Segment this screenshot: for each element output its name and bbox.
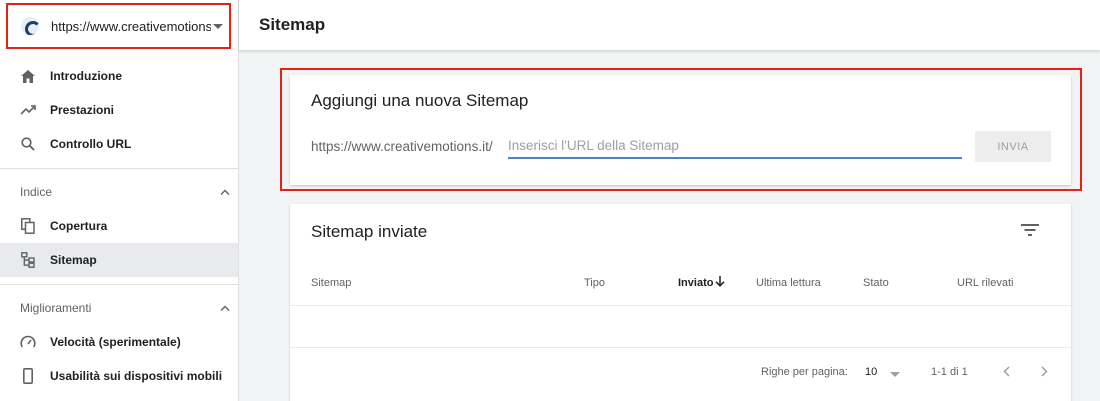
nav-item-sitemap[interactable]: Sitemap [0,243,238,277]
column-header-url-rilevati[interactable]: URL rilevati [957,277,1013,289]
column-header-stato[interactable]: Stato [863,277,889,289]
nav-item-introduzione[interactable]: Introduzione [0,59,238,93]
sidebar-divider [0,168,238,169]
pagination-range: 1-1 di 1 [931,366,968,378]
nav-item-label: Prestazioni [50,103,115,117]
property-selector[interactable]: https://www.creativemotions… [6,3,231,49]
chevron-up-icon [220,189,230,195]
sidebar: https://www.creativemotions… Introduzion… [0,0,239,401]
property-url: https://www.creativemotions… [51,18,211,34]
sidebar-divider [0,284,238,285]
site-logo-icon [21,17,39,35]
nav-item-label: Controllo URL [50,137,132,151]
rows-per-page-label: Righe per pagina: [761,366,848,378]
add-sitemap-title: Aggiungi una nuova Sitemap [311,91,529,110]
search-icon [20,136,36,152]
copy-pages-icon [20,218,36,234]
nav-item-label: Usabilità sui dispositivi mobili [50,369,223,383]
rows-per-page-select[interactable]: 10 [865,366,877,378]
home-icon [20,68,36,84]
section-miglioramenti[interactable]: Miglioramenti [20,301,230,315]
table-divider [290,305,1071,306]
column-header-ultima-lettura[interactable]: Ultima lettura [756,277,821,289]
submitted-sitemaps-card: Sitemap inviate Sitemap Tipo Inviato Ult… [290,204,1071,401]
nav-item-label: Velocità (sperimentale) [50,335,181,349]
add-sitemap-card: Aggiungi una nuova Sitemap https://www.c… [290,75,1071,185]
sitemap-tree-icon [20,252,36,268]
page-title: Sitemap [259,15,326,34]
nav-item-usabilita-mobile[interactable]: Usabilità sui dispositivi mobili [0,359,238,393]
smartphone-icon [20,368,36,384]
dropdown-arrow-icon[interactable] [890,372,900,377]
sort-descending-icon[interactable] [715,276,725,287]
section-indice[interactable]: Indice [20,185,230,199]
section-label: Miglioramenti [20,301,92,315]
table-divider [290,347,1071,348]
chevron-left-icon[interactable] [997,362,1015,380]
dropdown-arrow-icon[interactable] [213,24,223,29]
section-label: Indice [20,185,53,199]
trending-up-icon [20,102,36,118]
filter-icon[interactable] [1021,223,1039,237]
submitted-sitemaps-title: Sitemap inviate [311,222,428,241]
nav-item-velocita[interactable]: Velocità (sperimentale) [0,325,238,359]
column-header-inviato[interactable]: Inviato [678,277,713,289]
nav-item-label: Introduzione [50,69,122,83]
speedometer-icon [20,334,36,350]
nav-item-prestazioni[interactable]: Prestazioni [0,93,238,127]
nav-item-label: Copertura [50,219,108,233]
sitemap-url-prefix: https://www.creativemotions.it/ [311,139,493,154]
sitemap-url-input[interactable] [508,134,962,159]
nav-item-controllo-url[interactable]: Controllo URL [0,127,238,161]
submit-sitemap-button[interactable]: INVIA [975,131,1051,162]
column-header-sitemap[interactable]: Sitemap [311,277,351,289]
chevron-up-icon [220,305,230,311]
column-header-tipo[interactable]: Tipo [584,277,605,289]
nav-item-copertura[interactable]: Copertura [0,209,238,243]
page-header: Sitemap [239,0,1100,50]
nav-item-label: Sitemap [50,253,97,267]
chevron-right-icon[interactable] [1035,362,1053,380]
